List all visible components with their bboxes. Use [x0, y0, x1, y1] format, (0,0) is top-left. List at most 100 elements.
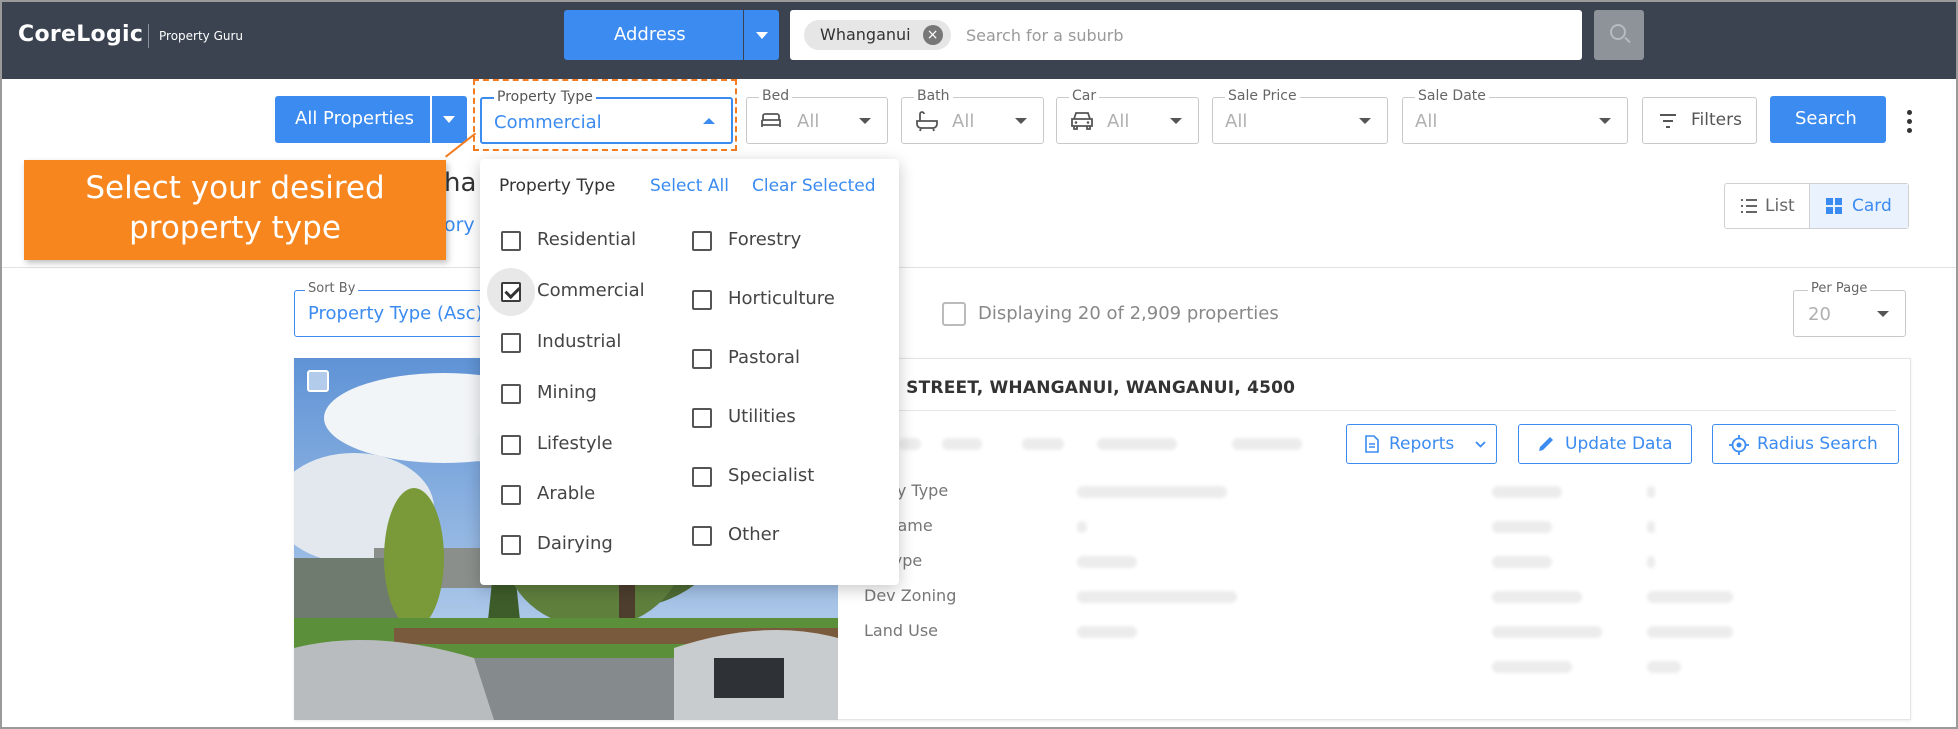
checkbox-icon[interactable]	[692, 290, 712, 310]
select-all-results-checkbox[interactable]	[942, 302, 966, 326]
checkbox-icon[interactable]	[692, 349, 712, 369]
chevron-down-icon	[1170, 118, 1182, 124]
sale-date-label: Sale Date	[1415, 88, 1489, 104]
chevron-down-icon	[1015, 118, 1027, 124]
brand-logo: CoreLogic	[18, 22, 144, 47]
checkbox-icon[interactable]	[692, 526, 712, 546]
search-button[interactable]: Search	[1770, 96, 1886, 143]
checkbox-icon[interactable]	[501, 535, 521, 555]
option-label: Utilities	[728, 406, 796, 427]
search-submit-button[interactable]	[1594, 10, 1644, 60]
per-page-label: Per Page	[1808, 281, 1871, 296]
chevron-down-icon	[1475, 441, 1486, 448]
bath-icon	[916, 111, 938, 132]
filters-label: Filters	[1691, 110, 1742, 130]
suburb-chip: Whanganui ×	[804, 20, 951, 50]
option-label: Industrial	[537, 331, 622, 352]
section-divider	[2, 267, 1956, 268]
bath-label: Bath	[914, 88, 953, 104]
card-label-land-use: Land Use	[864, 621, 938, 640]
list-icon	[1741, 199, 1757, 213]
blurred-value	[1492, 486, 1562, 498]
sale-date-select[interactable]: Sale Date All	[1402, 88, 1628, 144]
search-icon	[1610, 24, 1626, 40]
option-label: Forestry	[728, 229, 802, 250]
sale-date-value: All	[1415, 111, 1438, 132]
blurred-value	[1492, 661, 1572, 673]
blurred-value	[1647, 591, 1733, 603]
checkbox-checked-icon[interactable]	[501, 282, 521, 302]
update-data-label: Update Data	[1565, 434, 1673, 454]
grid-icon	[1826, 198, 1842, 214]
blurred-value	[1492, 626, 1602, 638]
car-select[interactable]: Car All	[1056, 88, 1199, 144]
bath-select[interactable]: Bath All	[901, 88, 1044, 144]
blurred-value	[1647, 556, 1655, 568]
bath-value: All	[952, 111, 975, 132]
search-type-dropdown[interactable]	[744, 10, 779, 60]
chevron-up-icon	[703, 118, 715, 124]
filter-icon	[1660, 114, 1676, 128]
brand-divider	[148, 24, 149, 48]
search-type-button[interactable]: Address	[564, 10, 743, 60]
property-type-value: Commercial	[494, 112, 602, 133]
radius-search-button[interactable]: Radius Search	[1712, 424, 1899, 464]
bed-value: All	[797, 111, 820, 132]
checkbox-icon[interactable]	[501, 384, 521, 404]
option-label: Commercial	[537, 280, 645, 301]
blurred-value	[1077, 626, 1137, 638]
card-select-checkbox[interactable]	[307, 370, 329, 392]
suburb-search-input[interactable]: Whanganui × Search for a suburb	[790, 10, 1582, 60]
checkbox-icon[interactable]	[501, 435, 521, 455]
card-label-dev-zoning: Dev Zoning	[864, 586, 957, 605]
reports-label: Reports	[1389, 434, 1455, 454]
chevron-down-icon	[443, 116, 455, 123]
more-options-icon[interactable]	[1907, 110, 1912, 137]
callout-line-2: property type	[129, 210, 341, 246]
chip-remove-icon[interactable]: ×	[922, 25, 943, 45]
filters-button[interactable]: Filters	[1642, 97, 1757, 144]
bed-select[interactable]: Bed All	[746, 88, 888, 144]
target-icon	[1729, 435, 1749, 455]
radius-search-label: Radius Search	[1757, 434, 1878, 454]
sort-by-label: Sort By	[305, 281, 359, 296]
all-properties-button[interactable]: All Properties	[275, 96, 430, 143]
results-count: Displaying 20 of 2,909 properties	[978, 303, 1279, 324]
per-page-value: 20	[1808, 304, 1831, 325]
document-icon	[1365, 435, 1379, 453]
checkbox-icon[interactable]	[501, 485, 521, 505]
checkbox-icon[interactable]	[501, 333, 521, 353]
sale-price-select[interactable]: Sale Price All	[1212, 88, 1388, 144]
view-card-button[interactable]: Card	[1809, 184, 1908, 228]
per-page-select[interactable]: Per Page 20	[1793, 281, 1906, 337]
option-label: Other	[728, 524, 780, 545]
property-type-dropdown: Property Type Select All Clear Selected …	[480, 159, 899, 585]
results-link-fragment[interactable]: ory	[444, 214, 475, 236]
car-value: All	[1107, 111, 1130, 132]
checkbox-icon[interactable]	[692, 408, 712, 428]
select-all-link[interactable]: Select All	[650, 176, 729, 196]
property-type-select[interactable]: Property Type Commercial	[480, 89, 733, 144]
checkbox-icon[interactable]	[501, 231, 521, 251]
sale-price-value: All	[1225, 111, 1248, 132]
blurred-value	[1077, 486, 1227, 498]
blurred-value	[1097, 438, 1177, 450]
sort-by-value: Property Type (Asc)	[308, 303, 483, 324]
car-icon	[1071, 112, 1093, 130]
blurred-value	[1492, 556, 1552, 568]
property-address[interactable]: TES STREET, WHANGANUI, WANGANUI, 4500	[864, 378, 1295, 398]
clear-selected-link[interactable]: Clear Selected	[752, 176, 876, 196]
chevron-down-icon	[1359, 118, 1371, 124]
all-properties-dropdown[interactable]	[432, 96, 467, 143]
view-list-button[interactable]: List	[1725, 184, 1809, 228]
reports-button[interactable]: Reports	[1346, 424, 1497, 464]
option-label: Lifestyle	[537, 433, 613, 454]
brand-subtitle: Property Guru	[159, 29, 244, 43]
checkbox-icon[interactable]	[692, 467, 712, 487]
sort-by-select[interactable]: Sort By Property Type (Asc)	[294, 281, 494, 337]
checkbox-icon[interactable]	[692, 231, 712, 251]
blurred-value	[1647, 486, 1655, 498]
blurred-value	[1492, 591, 1582, 603]
update-data-button[interactable]: Update Data	[1518, 424, 1692, 464]
view-toggle: List Card	[1724, 183, 1909, 229]
